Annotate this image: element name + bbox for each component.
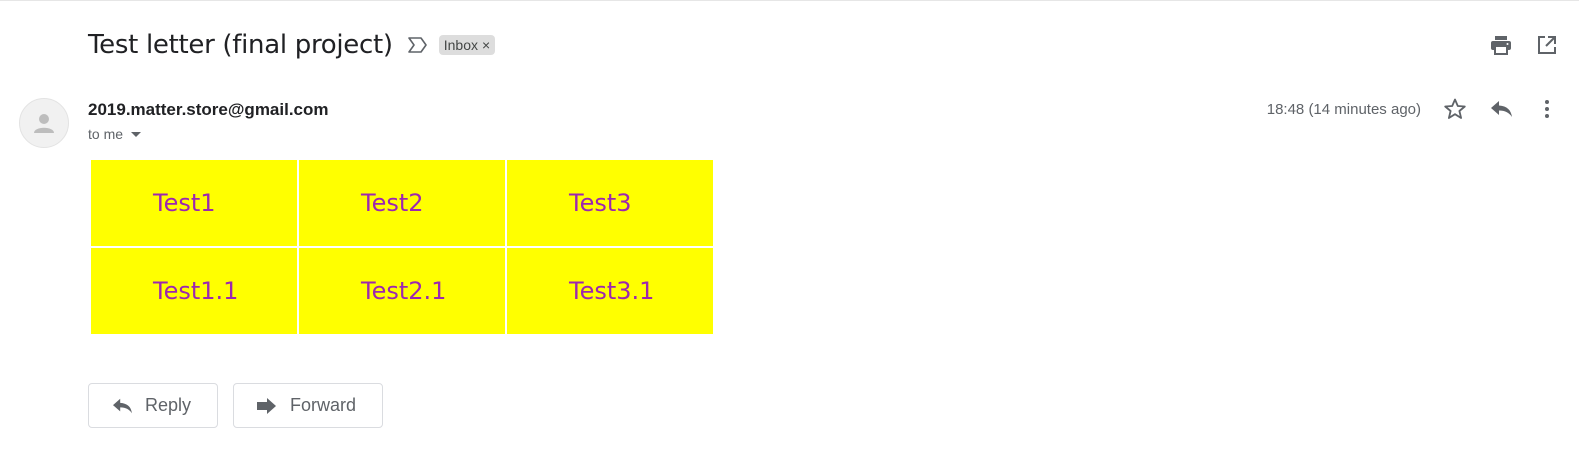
star-icon[interactable] — [1443, 97, 1467, 121]
forward-button-label: Forward — [290, 395, 357, 415]
inbox-label-chip[interactable]: Inbox × — [438, 35, 496, 55]
email-body-table: Test1 Test2 Test3 Test1.1 Test2.1 Test3.… — [89, 158, 715, 336]
more-vert-icon[interactable] — [1535, 97, 1559, 121]
open-in-new-window-icon[interactable] — [1535, 33, 1559, 57]
default-avatar-icon — [34, 114, 54, 133]
important-marker-icon[interactable] — [407, 36, 429, 54]
reply-button[interactable]: Reply — [88, 383, 219, 428]
table-row: Test1.1 Test2.1 Test3.1 — [91, 248, 713, 334]
sender-avatar[interactable] — [19, 98, 69, 148]
recipient-text: to me — [88, 126, 124, 142]
forward-button[interactable]: Forward — [233, 383, 384, 428]
remove-label-icon[interactable]: × — [482, 37, 490, 53]
thread-actions — [1489, 33, 1559, 57]
recipient-line: to me — [88, 126, 142, 142]
table-cell: Test2 — [299, 160, 505, 246]
forward-icon — [256, 397, 278, 415]
table-cell: Test2.1 — [299, 248, 505, 334]
label-chip-text: Inbox — [443, 37, 478, 53]
table-cell: Test1 — [91, 160, 297, 246]
print-icon[interactable] — [1489, 33, 1513, 57]
table-cell: Test1.1 — [91, 248, 297, 334]
message-meta: 18:48 (14 minutes ago) — [1267, 97, 1559, 121]
reply-icon[interactable] — [1489, 97, 1513, 121]
email-subject: Test letter (final project) — [88, 30, 393, 60]
message-actions — [1443, 97, 1559, 121]
chevron-down-icon[interactable] — [131, 131, 142, 137]
table-row: Test1 Test2 Test3 — [91, 160, 713, 246]
reply-icon — [111, 397, 133, 415]
reply-button-label: Reply — [145, 395, 192, 415]
table-cell: Test3.1 — [507, 248, 713, 334]
reply-forward-actions: Reply Forward — [88, 383, 384, 428]
table-cell: Test3 — [507, 160, 713, 246]
message-timestamp: 18:48 (14 minutes ago) — [1266, 100, 1421, 118]
subject-row: Test letter (final project) Inbox × — [88, 29, 496, 61]
email-view: Test letter (final project) Inbox × 2019… — [0, 0, 1579, 467]
sender-address[interactable]: 2019.matter.store@gmail.com — [88, 100, 329, 120]
